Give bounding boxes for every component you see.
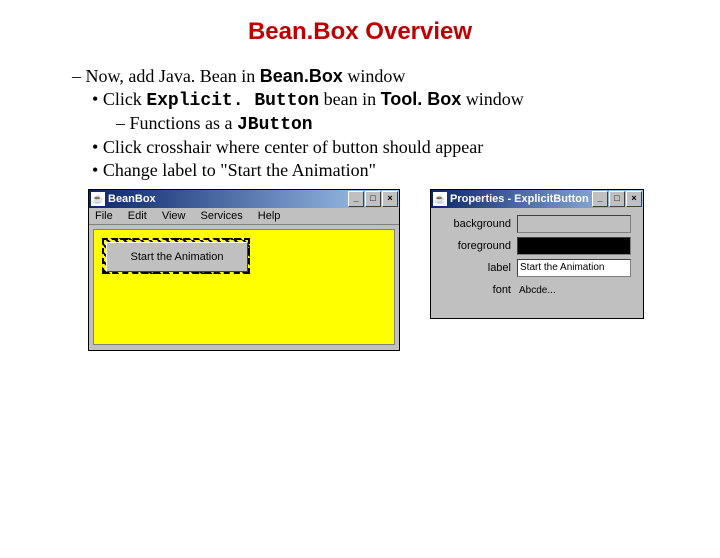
java-icon: ☕	[433, 192, 447, 206]
prop-label-label: label	[435, 262, 517, 274]
selection-handles[interactable]: Start the Animation	[102, 238, 250, 274]
foreground-swatch[interactable]	[517, 237, 631, 255]
maximize-button[interactable]: □	[365, 191, 381, 207]
java-icon: ☕	[91, 192, 105, 206]
properties-window: ☕ Properties - ExplicitButton _ □ × back…	[430, 189, 644, 319]
bean-canvas[interactable]: Start the Animation	[93, 229, 395, 345]
bullet-level2: Change label to "Start the Animation"	[92, 160, 690, 181]
window-title: Properties - ExplicitButton	[450, 193, 592, 205]
background-swatch[interactable]	[517, 215, 631, 233]
explicit-button-bean[interactable]: Start the Animation	[106, 242, 248, 272]
menubar: File Edit View Services Help	[89, 208, 399, 225]
menu-help[interactable]: Help	[258, 210, 281, 222]
menu-edit[interactable]: Edit	[128, 210, 147, 222]
close-button[interactable]: ×	[626, 191, 642, 207]
prop-label-foreground: foreground	[435, 240, 517, 252]
beanbox-window: ☕ BeanBox _ □ × File Edit View Services …	[88, 189, 400, 351]
menu-services[interactable]: Services	[201, 210, 243, 222]
titlebar: ☕ Properties - ExplicitButton _ □ ×	[431, 190, 643, 208]
label-input[interactable]: Start the Animation	[517, 259, 631, 277]
bullet-level3: Functions as a JButton	[116, 113, 690, 135]
maximize-button[interactable]: □	[609, 191, 625, 207]
titlebar: ☕ BeanBox _ □ ×	[89, 190, 399, 208]
bullet-level2: Click Explicit. Button bean in Tool. Box…	[92, 89, 690, 111]
minimize-button[interactable]: _	[592, 191, 608, 207]
bullet-level1: Now, add Java. Bean in Bean.Box window	[72, 66, 690, 87]
screenshot-area: ☕ BeanBox _ □ × File Edit View Services …	[0, 189, 720, 369]
slide-title: Bean.Box Overview	[0, 18, 720, 46]
font-value[interactable]: Abcde...	[517, 285, 556, 296]
slide-body: Now, add Java. Bean in Bean.Box window C…	[30, 66, 690, 181]
close-button[interactable]: ×	[382, 191, 398, 207]
menu-view[interactable]: View	[162, 210, 186, 222]
bullet-level2: Click crosshair where center of button s…	[92, 137, 690, 158]
minimize-button[interactable]: _	[348, 191, 364, 207]
property-sheet: background foreground label Start the An…	[431, 208, 643, 308]
prop-label-background: background	[435, 218, 517, 230]
window-title: BeanBox	[108, 193, 348, 205]
prop-label-font: font	[435, 284, 517, 296]
menu-file[interactable]: File	[95, 210, 113, 222]
